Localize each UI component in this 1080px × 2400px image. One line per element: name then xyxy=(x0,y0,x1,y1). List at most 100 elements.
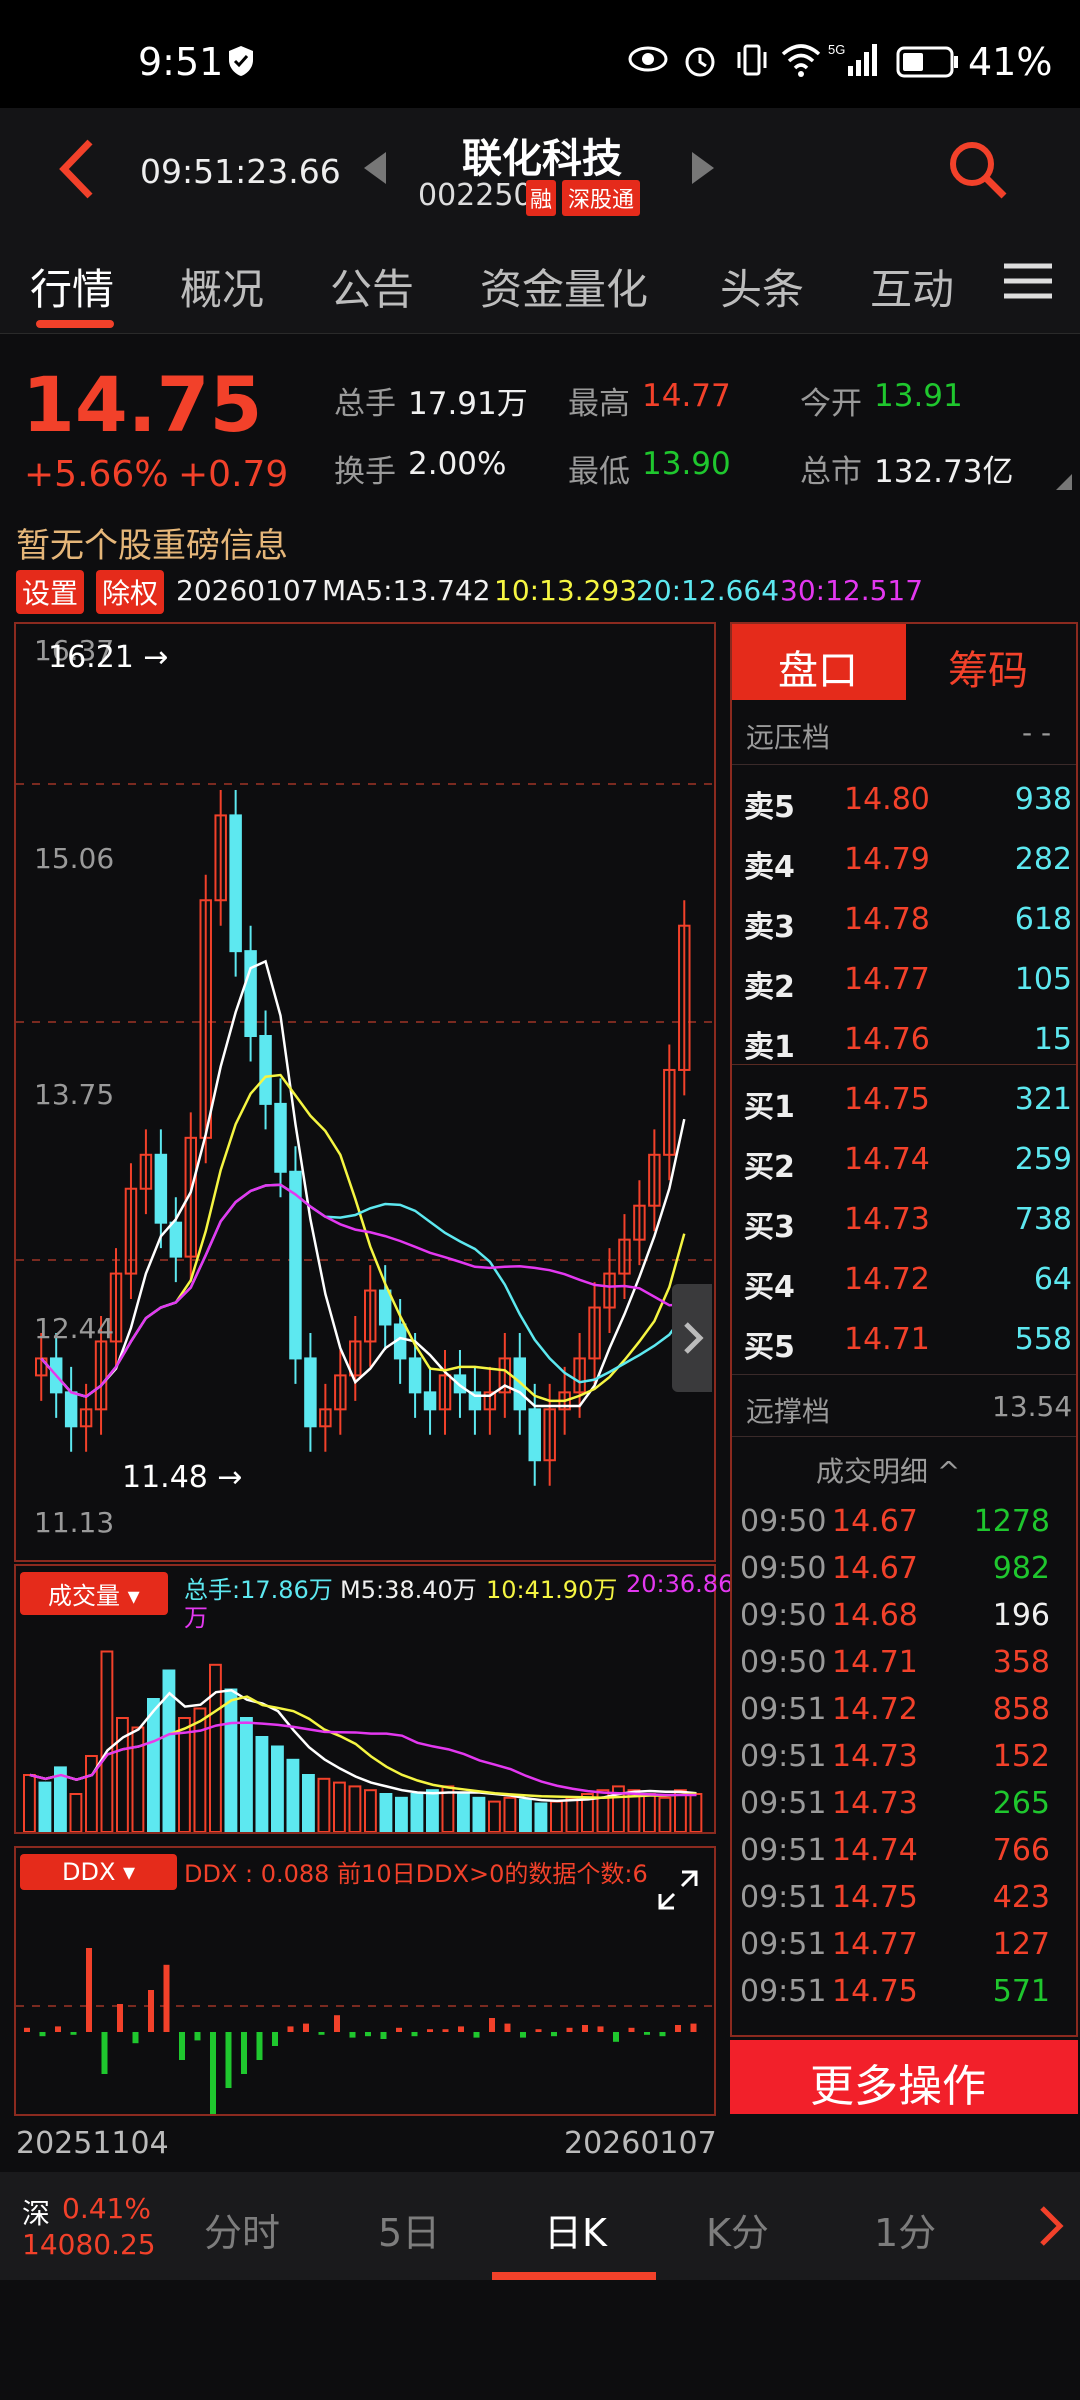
ddx-selector[interactable]: DDX ▾ xyxy=(20,1854,178,1890)
high-marker: 16.21 → xyxy=(48,640,169,675)
trade-volume: 766 xyxy=(992,1833,1050,1868)
trade-price: 14.77 xyxy=(832,1927,918,1962)
tab-indicator xyxy=(36,320,114,328)
tab-chips[interactable]: 筹码 xyxy=(948,638,1028,696)
tab-orderbook-label: 盘口 xyxy=(778,648,858,694)
ma-date: 20260107 xyxy=(176,574,319,607)
tab-fund-quant[interactable]: 资金量化 xyxy=(480,256,648,317)
trade-time: 09:51 xyxy=(740,1927,827,1962)
expand-sidebar-handle[interactable] xyxy=(672,1284,712,1392)
ask-price: 14.80 xyxy=(844,782,930,817)
candle xyxy=(229,814,242,953)
ask-level[interactable]: 卖2 14.77 105 xyxy=(732,948,1076,1008)
more-actions-button[interactable]: 更多操作 xyxy=(730,2040,1078,2114)
status-bar: 9:51 5G 41% xyxy=(0,0,1080,108)
bid-level-label: 买2 xyxy=(744,1150,795,1185)
trade-volume: 152 xyxy=(992,1739,1050,1774)
volume-chart[interactable]: 成交量 ▾ 总手:17.86万 M5:38.40万 10:41.90万 20:3… xyxy=(14,1564,733,1834)
turnover-value: 2.00% xyxy=(408,446,507,482)
low-marker: 11.48 → xyxy=(122,1460,243,1495)
trade-volume: 858 xyxy=(992,1692,1050,1727)
battery-icon xyxy=(896,46,960,82)
change-percent: +5.66% xyxy=(24,454,169,495)
ddx-bar xyxy=(690,2023,697,2032)
trade-price: 14.73 xyxy=(832,1786,918,1821)
ddx-bar xyxy=(551,2032,557,2037)
index-value[interactable]: 14080.25 xyxy=(22,2228,156,2261)
volume-bar xyxy=(395,1796,408,1832)
ma5-line xyxy=(40,959,686,1408)
period-intraday[interactable]: 分时 xyxy=(204,2202,280,2257)
ask-level[interactable]: 卖4 14.79 282 xyxy=(732,828,1076,888)
ddx-bar xyxy=(411,2032,418,2037)
ask-level[interactable]: 卖3 14.78 618 xyxy=(732,888,1076,948)
chevron-right-icon[interactable] xyxy=(1036,2204,1066,2252)
ask-level[interactable]: 卖5 14.80 938 xyxy=(732,768,1076,828)
y-axis-bottom: 11.13 xyxy=(34,1506,115,1539)
change-amount: +0.79 xyxy=(178,454,289,495)
bid-level[interactable]: 买3 14.73 738 xyxy=(732,1188,1076,1248)
bid-level[interactable]: 买2 14.74 259 xyxy=(732,1128,1076,1188)
ask-level-label: 卖2 xyxy=(744,970,795,1005)
chevron-right-icon xyxy=(684,1322,704,1354)
period-kminute[interactable]: K分 xyxy=(706,2202,769,2257)
volume-bar xyxy=(271,1745,284,1832)
volume-bar xyxy=(519,1798,532,1832)
period-daily[interactable]: 日K xyxy=(544,2202,607,2257)
volume-bar xyxy=(85,1755,98,1832)
ask-volume: 618 xyxy=(1014,902,1072,937)
menu-icon[interactable] xyxy=(1002,260,1054,306)
tab-orderbook[interactable]: 盘口 xyxy=(732,624,906,700)
tab-overview[interactable]: 概况 xyxy=(180,256,264,317)
bid-level[interactable]: 买4 14.72 64 xyxy=(732,1248,1076,1308)
bid-level[interactable]: 买1 14.75 321 xyxy=(732,1068,1076,1128)
ddx-chart[interactable]: DDX ▾ DDX : 0.088 前10日DDX>0的数据个数:6 xyxy=(14,1846,716,2116)
next-stock-icon[interactable] xyxy=(688,148,718,192)
mcap-value: 132.73亿 xyxy=(874,454,1014,490)
back-icon[interactable] xyxy=(52,136,102,206)
adjust-button[interactable]: 除权 xyxy=(96,570,165,614)
ddx-bar xyxy=(287,2026,294,2032)
tab-headlines[interactable]: 头条 xyxy=(720,256,804,317)
fullscreen-icon[interactable] xyxy=(656,1868,700,1916)
news-notice[interactable]: 暂无个股重磅信息 xyxy=(16,518,288,567)
tab-announcements[interactable]: 公告 xyxy=(330,256,414,317)
volume-value: 17.91万 xyxy=(408,386,528,422)
period-1min[interactable]: 1分 xyxy=(874,2202,936,2257)
trade-volume: 1278 xyxy=(973,1504,1050,1539)
wifi-icon xyxy=(780,42,822,82)
bid-level[interactable]: 买5 14.71 558 xyxy=(732,1308,1076,1368)
kline-chart[interactable]: 16.37 15.06 13.75 12.44 11.13 16.21 → 11… xyxy=(14,622,716,1562)
eye-icon xyxy=(628,44,668,78)
ma20-line xyxy=(40,1183,686,1398)
status-time: 9:51 xyxy=(138,40,224,84)
volume-selector[interactable]: 成交量 ▾ xyxy=(20,1572,168,1615)
quote-panel: 14.75 +5.66% +0.79 总手 17.91万 换手 2.00% 最高… xyxy=(0,334,1080,504)
tab-interact[interactable]: 互动 xyxy=(870,256,954,317)
ddx-bar xyxy=(520,2032,526,2038)
tab-market[interactable]: 行情 xyxy=(30,256,114,317)
ask-volume: 938 xyxy=(1014,782,1072,817)
ddx-bar xyxy=(194,2032,201,2041)
trade-price: 14.75 xyxy=(832,1880,918,1915)
volume-bar xyxy=(193,1707,207,1832)
search-icon[interactable] xyxy=(946,138,1008,204)
more-actions-label: 更多操作 xyxy=(810,2061,986,2112)
ask-level[interactable]: 卖1 14.76 15 xyxy=(732,1008,1076,1068)
trade-time: 09:51 xyxy=(740,1974,827,2009)
trade-price: 14.74 xyxy=(832,1833,918,1868)
expand-corner-icon[interactable] xyxy=(1056,474,1072,494)
prev-stock-icon[interactable] xyxy=(360,148,390,192)
ask-volume: 15 xyxy=(1033,1022,1072,1057)
section-tabs: 行情 概况 公告 资金量化 头条 互动 xyxy=(0,230,1080,334)
volume-bar xyxy=(534,1802,548,1832)
period-5day[interactable]: 5日 xyxy=(378,2202,440,2257)
ma10-line xyxy=(40,1073,686,1403)
ddx-bar xyxy=(318,2032,325,2035)
connect-badge: 深股通 xyxy=(562,180,641,216)
trade-row: 09:51 14.75 571 xyxy=(732,1970,1076,2017)
trades-title[interactable]: 成交明细 ^ xyxy=(816,1450,960,1490)
settings-button[interactable]: 设置 xyxy=(16,570,85,614)
bid-level-label: 买5 xyxy=(744,1330,795,1365)
far-support-label: 远撑档 xyxy=(746,1395,831,1428)
